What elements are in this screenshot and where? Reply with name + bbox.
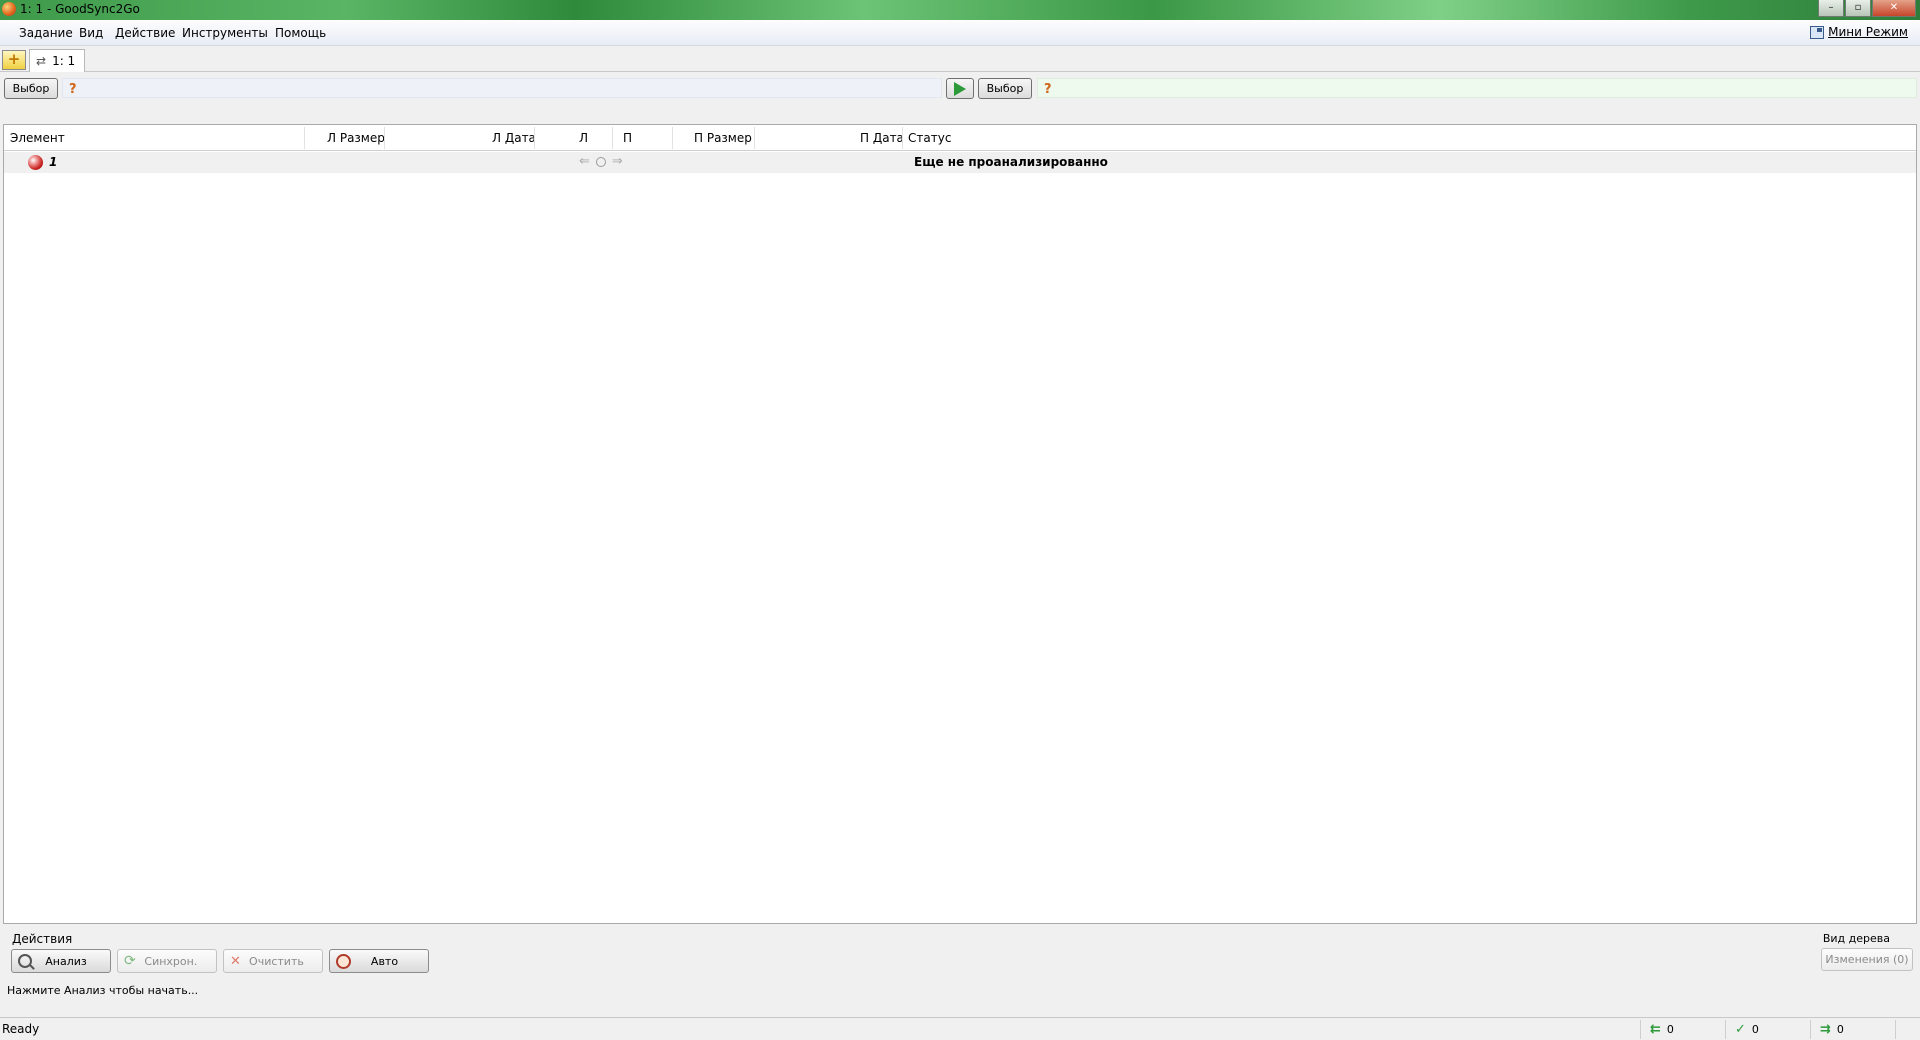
close-icon[interactable]: ✕ <box>1872 0 1916 17</box>
actions-label: Действия <box>12 932 73 946</box>
left-browse-button[interactable]: Выбор <box>4 78 58 99</box>
col-left[interactable]: Л <box>579 131 588 145</box>
status-text: Ready <box>2 1022 40 1036</box>
mini-mode-button[interactable]: Мини Режим <box>1810 25 1908 39</box>
col-right[interactable]: П <box>623 131 632 145</box>
sync-icon: ⟳ <box>124 953 136 969</box>
right-count: 0 <box>1836 1023 1844 1036</box>
col-separator <box>384 127 385 149</box>
menu-tools[interactable]: Инструменты <box>182 26 268 40</box>
menu-bar: Задание Вид Действие Инструменты Помощь … <box>0 20 1920 46</box>
sync-arrows-icon: ⇄ <box>36 54 47 68</box>
status-separator <box>1640 1020 1641 1039</box>
col-left-date[interactable]: Л Дата <box>492 131 536 145</box>
menu-action[interactable]: Действие <box>115 26 175 40</box>
tree-view-label: Вид дерева <box>1822 932 1890 945</box>
left-arrows-icon: ⇇ <box>1650 1022 1661 1037</box>
right-path-field[interactable]: ? <box>1037 78 1917 98</box>
menu-task[interactable]: Задание <box>19 26 73 40</box>
col-right-size[interactable]: П Размер <box>694 131 752 145</box>
job-tab-bar: + ⇄ 1: 1 <box>0 48 1920 72</box>
col-separator <box>672 127 673 149</box>
file-tree-grid[interactable]: Элемент Л Размер Л Дата Л П П Размер П Д… <box>3 124 1917 924</box>
mini-mode-icon <box>1810 25 1825 39</box>
row-directions: ⇐ ⇒ <box>579 154 629 169</box>
no-action-icon[interactable] <box>595 156 606 167</box>
window-controls: – ▫ ✕ <box>1817 0 1916 17</box>
auto-label: Авто <box>370 954 399 968</box>
right-unknown-icon: ? <box>1044 82 1052 97</box>
left-arrow-icon[interactable]: ⇐ <box>579 154 590 169</box>
grid-header: Элемент Л Размер Л Дата Л П П Размер П Д… <box>4 125 1916 151</box>
plus-icon: + <box>7 50 21 68</box>
right-arrow-icon[interactable]: ⇒ <box>612 154 623 169</box>
menu-help[interactable]: Помощь <box>275 26 326 40</box>
status-bar: Ready ⇇ 0 ✓ 0 ⇉ 0 <box>0 1017 1920 1040</box>
col-separator <box>304 127 305 149</box>
col-separator <box>612 127 613 149</box>
title-bar: 1: 1 - GoodSync2Go – ▫ ✕ <box>0 0 1920 20</box>
right-changes-stat: ⇉ 0 <box>1820 1022 1844 1037</box>
col-right-date[interactable]: П Дата <box>860 131 904 145</box>
hint-text: Нажмите Анализ чтобы начать... <box>7 984 199 997</box>
status-separator <box>1895 1020 1896 1039</box>
right-arrow-icon <box>954 82 966 96</box>
sync-label: Синхрон. <box>144 954 198 968</box>
right-browse-button[interactable]: Выбор <box>978 78 1032 99</box>
auto-button[interactable]: Авто <box>329 949 429 973</box>
job-tab[interactable]: ⇄ 1: 1 <box>29 49 85 72</box>
sync-button[interactable]: ⟳ Синхрон. <box>117 949 217 973</box>
col-status[interactable]: Статус <box>908 131 951 145</box>
col-separator <box>754 127 755 149</box>
col-left-size[interactable]: Л Размер <box>327 131 385 145</box>
right-arrows-icon: ⇉ <box>1820 1022 1831 1037</box>
changes-button[interactable]: Изменения (0) <box>1821 948 1913 971</box>
mini-mode-label: Мини Режим <box>1828 25 1908 39</box>
checkmark-icon: ✓ <box>1735 1022 1746 1037</box>
maximize-icon[interactable]: ▫ <box>1845 0 1871 17</box>
row-status: Еще не проанализированно <box>914 155 1108 169</box>
col-separator <box>534 127 535 149</box>
add-job-button[interactable]: + <box>2 50 26 70</box>
sync-direction-button[interactable] <box>946 78 974 99</box>
left-unknown-icon: ? <box>69 82 77 97</box>
menu-view[interactable]: Вид <box>79 26 103 40</box>
row-name: 1 <box>49 155 58 169</box>
clean-button[interactable]: ✕ Очистить <box>223 949 323 973</box>
left-changes-stat: ⇇ 0 <box>1650 1022 1674 1037</box>
actions-panel: Действия Анализ ⟳ Синхрон. ✕ Очистить Ав… <box>0 928 1920 1018</box>
left-count: 0 <box>1666 1023 1674 1036</box>
minimize-icon[interactable]: – <box>1818 0 1844 17</box>
clean-label: Очистить <box>249 954 304 968</box>
check-stat: ✓ 0 <box>1735 1022 1759 1037</box>
analyze-label: Анализ <box>45 954 87 968</box>
clock-icon <box>336 953 351 969</box>
path-bar: Выбор ? Выбор ? <box>0 76 1920 104</box>
status-separator <box>1810 1020 1811 1039</box>
app-icon <box>2 2 16 16</box>
check-count: 0 <box>1751 1023 1759 1036</box>
analyze-button[interactable]: Анализ <box>11 949 111 973</box>
col-element[interactable]: Элемент <box>10 131 65 145</box>
status-separator <box>1725 1020 1726 1039</box>
job-folder-icon <box>28 155 43 170</box>
clear-icon: ✕ <box>230 953 241 969</box>
left-path-field[interactable]: ? <box>62 78 942 98</box>
col-separator <box>902 127 903 149</box>
job-tab-label: 1: 1 <box>52 54 76 68</box>
magnifier-icon <box>18 954 32 968</box>
table-row[interactable]: 1 ⇐ ⇒ Еще не проанализированно <box>4 152 1916 173</box>
window-title: 1: 1 - GoodSync2Go <box>20 2 140 16</box>
